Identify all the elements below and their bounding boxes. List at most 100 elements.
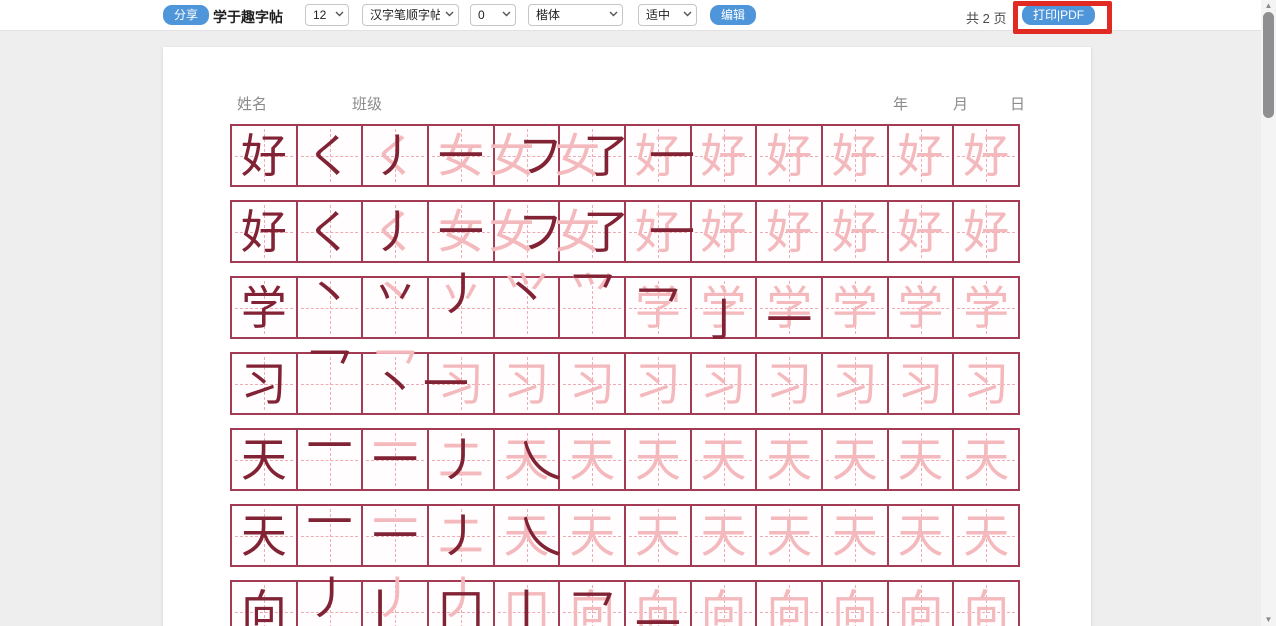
stroke-option-select[interactable]: 0 [470,4,516,26]
grid-cell-main: 好 [232,202,298,261]
scrollbar-thumb[interactable] [1263,12,1274,118]
print-pdf-button[interactable]: 打印|PDF [1022,5,1095,25]
stroke-glyph: 习 [495,354,559,413]
grid-cell-step: 乛 [298,354,364,413]
grid-cell-trace: 学 [954,278,1018,337]
grid-cell-trace: 好 [823,202,889,261]
stroke-glyph: 天 [560,430,624,489]
stroke-glyph: 天 [232,430,296,489]
stroke-glyph: 好 [757,202,821,261]
stroke-glyph: 天 [626,506,690,565]
stroke-glyph: 一 [626,594,690,626]
grid-cell-trace: 好 [954,202,1018,261]
scroll-down-icon[interactable]: ▼ [1261,614,1276,626]
font-family-select[interactable]: 楷体 [528,4,623,26]
grid-cell-trace: 好 [889,126,955,185]
grid-cell-trace: 天 [757,506,823,565]
grid-cell-trace: 习 [692,354,758,413]
grid-cell-trace: 天 [626,506,692,565]
stroke-glyph: 一 [363,430,427,489]
font-size-select-wrap: 12 [305,4,349,26]
grid-cell-step: 二丿 [429,430,495,489]
sheet-type-select[interactable]: 汉字笔顺字帖 [362,4,459,26]
stroke-glyph: 习 [692,354,756,413]
grid-cell-trace: 天 [560,430,626,489]
stroke-glyph: 天 [823,506,887,565]
stroke-glyph: 一 [757,290,821,349]
font-size-select[interactable]: 12 [305,4,349,26]
grid-cell-main: 习 [232,354,298,413]
grid-cell-step: 天乀 [495,506,561,565]
layout-select-wrap: 适中 [638,4,697,26]
stroke-glyph: 向 [889,582,953,626]
share-button[interactable]: 分享 [163,5,209,25]
month-label: 月 [953,93,968,114]
stroke-glyph: 习 [560,354,624,413]
grid-cell-trace: 好 [823,126,889,185]
grid-cell-step: 丿冂 [429,582,495,626]
grid-row-好: 好くく丿女一女フ女了好一好好好好好 [230,200,1020,263]
stroke-glyph: 习 [626,354,690,413]
stroke-glyph: 好 [692,126,756,185]
grid-cell-trace: 习 [560,354,626,413]
stroke-glyph: 乛 [560,582,624,626]
stroke-glyph: 好 [889,202,953,261]
grid-cell-trace: 习 [889,354,955,413]
stroke-glyph: 天 [626,430,690,489]
grid-cell-main: 天 [232,430,298,489]
grid-cell-trace: 天 [692,506,758,565]
grid-cell-trace: 好 [692,126,758,185]
stroke-glyph: く [298,126,362,185]
practice-grid: 好くく丿女一女フ女了好一好好好好好好くく丿女一女フ女了好一好好好好好学丶丶丷丷丿… [230,124,1020,626]
class-label: 班级 [352,93,382,114]
grid-cell-trace: 习 [495,354,561,413]
stroke-glyph: 学 [954,278,1018,337]
grid-cell-step: 学亅 [692,278,758,337]
stroke-glyph: 天 [560,506,624,565]
grid-cell-step: く丿 [363,126,429,185]
stroke-glyph: 一 [363,506,427,565]
grid-cell-step: 向乛 [560,582,626,626]
grid-cell-trace: 学 [889,278,955,337]
stroke-glyph: 学 [232,278,296,337]
grid-cell-trace: 天 [823,506,889,565]
stroke-glyph: 天 [757,506,821,565]
grid-cell-step: ⺍丶 [495,278,561,337]
grid-cell-step: く丿 [363,202,429,261]
grid-cell-trace: 习 [823,354,889,413]
stroke-glyph: 向 [823,582,887,626]
stroke-glyph: 天 [232,506,296,565]
stroke-glyph: 天 [954,506,1018,565]
layout-select[interactable]: 适中 [638,4,697,26]
stroke-glyph: 天 [889,506,953,565]
grid-cell-step: 一一 [363,506,429,565]
worksheet-page: 姓名 班级 年 月 日 好くく丿女一女フ女了好一好好好好好好くく丿女一女フ女了好… [163,47,1091,626]
grid-cell-step: 天乀 [495,430,561,489]
stroke-glyph: 天 [692,506,756,565]
grid-cell-main: 向 [232,582,298,626]
stroke-glyph: 好 [757,126,821,185]
grid-cell-trace: 习 [757,354,823,413]
page-count: 共 2 页 [966,8,1006,27]
stroke-glyph: 好 [823,126,887,185]
grid-cell-trace: 天 [889,506,955,565]
grid-cell-step: 丶 [298,278,364,337]
grid-cell-step: 女了 [560,126,626,185]
grid-cell-main: 学 [232,278,298,337]
grid-cell-trace: 好 [757,202,823,261]
year-label: 年 [893,93,908,114]
grid-cell-trace: 学 [823,278,889,337]
grid-cell-step: 一一 [363,430,429,489]
grid-cell-step: 好一 [626,126,692,185]
stroke-glyph: 好 [954,202,1018,261]
grid-cell-step: く [298,202,364,261]
grid-cell-trace: 好 [889,202,955,261]
stroke-glyph: 向 [954,582,1018,626]
scrollbar[interactable]: ▲ ▼ [1261,0,1276,626]
stroke-glyph: 乛 [560,264,624,323]
stroke-glyph: 天 [692,430,756,489]
stroke-glyph: 天 [954,430,1018,489]
edit-button[interactable]: 编辑 [710,5,756,25]
stroke-glyph: 丿 [429,506,493,565]
scroll-up-icon[interactable]: ▲ [1261,0,1276,12]
